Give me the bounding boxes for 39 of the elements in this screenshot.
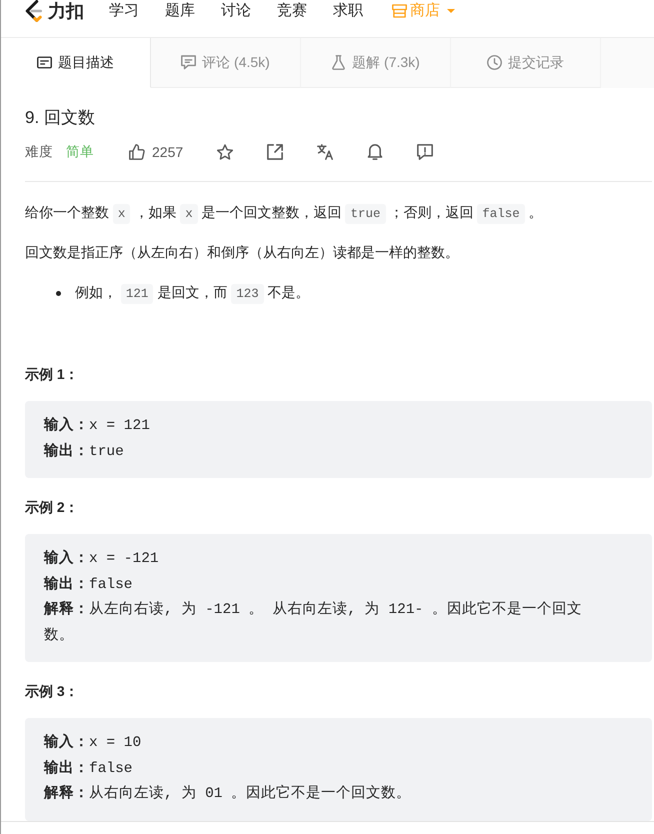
code-line: 输出：false <box>44 574 134 594</box>
code-line: 输出：false <box>44 758 134 778</box>
thumbs-up-icon <box>129 144 145 160</box>
code-line: 解释：从右向左读, 为 01 。因此它不是一个回文数。 <box>44 784 412 804</box>
code-line: 输入：x = -121 <box>44 548 160 569</box>
share-icon[interactable] <box>267 144 284 160</box>
problem-title: 9. 回文数 <box>25 107 96 129</box>
shop-icon <box>392 4 407 18</box>
code-line: 输入：x = 121 <box>44 416 151 436</box>
nav-link[interactable]: 学习 <box>109 0 139 22</box>
tab[interactable]: 题目描述 <box>1 38 151 88</box>
code-line: 输出：true <box>44 442 125 462</box>
example-heading: 示例 2： <box>25 498 80 517</box>
bell-icon[interactable] <box>367 144 384 160</box>
difficulty-label: 难度 <box>25 143 53 161</box>
flask-icon <box>331 55 346 70</box>
caret-down-icon <box>447 9 455 13</box>
description-icon <box>37 55 52 70</box>
logo-icon[interactable] <box>25 0 42 22</box>
star-icon[interactable] <box>217 144 234 160</box>
example-heading: 示例 1： <box>25 365 80 384</box>
bullet-icon <box>56 290 61 296</box>
description-text: 回文数是指正序（从左向右）和倒序（从右向左）读都是一样的整数。 <box>25 243 460 262</box>
example-heading: 示例 3： <box>25 682 80 701</box>
logo-text: 力扣 <box>48 0 84 22</box>
nav-link[interactable]: 题库 <box>165 0 195 22</box>
nav-link[interactable]: 求职 <box>333 0 363 22</box>
translate-icon[interactable] <box>317 144 334 160</box>
description-text: 给你一个整数 x ，如果 x 是一个回文整数，返回 true ；否则，返回 false 。 <box>25 201 652 225</box>
code-line: 解释：从左向右读, 为 -121 。 从右向左读, 为 121- 。因此它不是一个回文数。 <box>44 600 583 646</box>
nav-link[interactable]: 竞赛 <box>277 0 307 22</box>
clock-icon <box>487 55 502 70</box>
nav-link[interactable]: 讨论 <box>221 0 251 22</box>
code-line: 输入：x = 10 <box>44 732 142 753</box>
comment-icon <box>181 55 196 70</box>
feedback-icon[interactable] <box>417 144 434 160</box>
list-item-text: 例如， 121 是回文，而 123 不是。 <box>75 281 310 305</box>
difficulty-value: 简单 <box>66 143 94 161</box>
like-button[interactable]: 2257 <box>129 144 184 160</box>
